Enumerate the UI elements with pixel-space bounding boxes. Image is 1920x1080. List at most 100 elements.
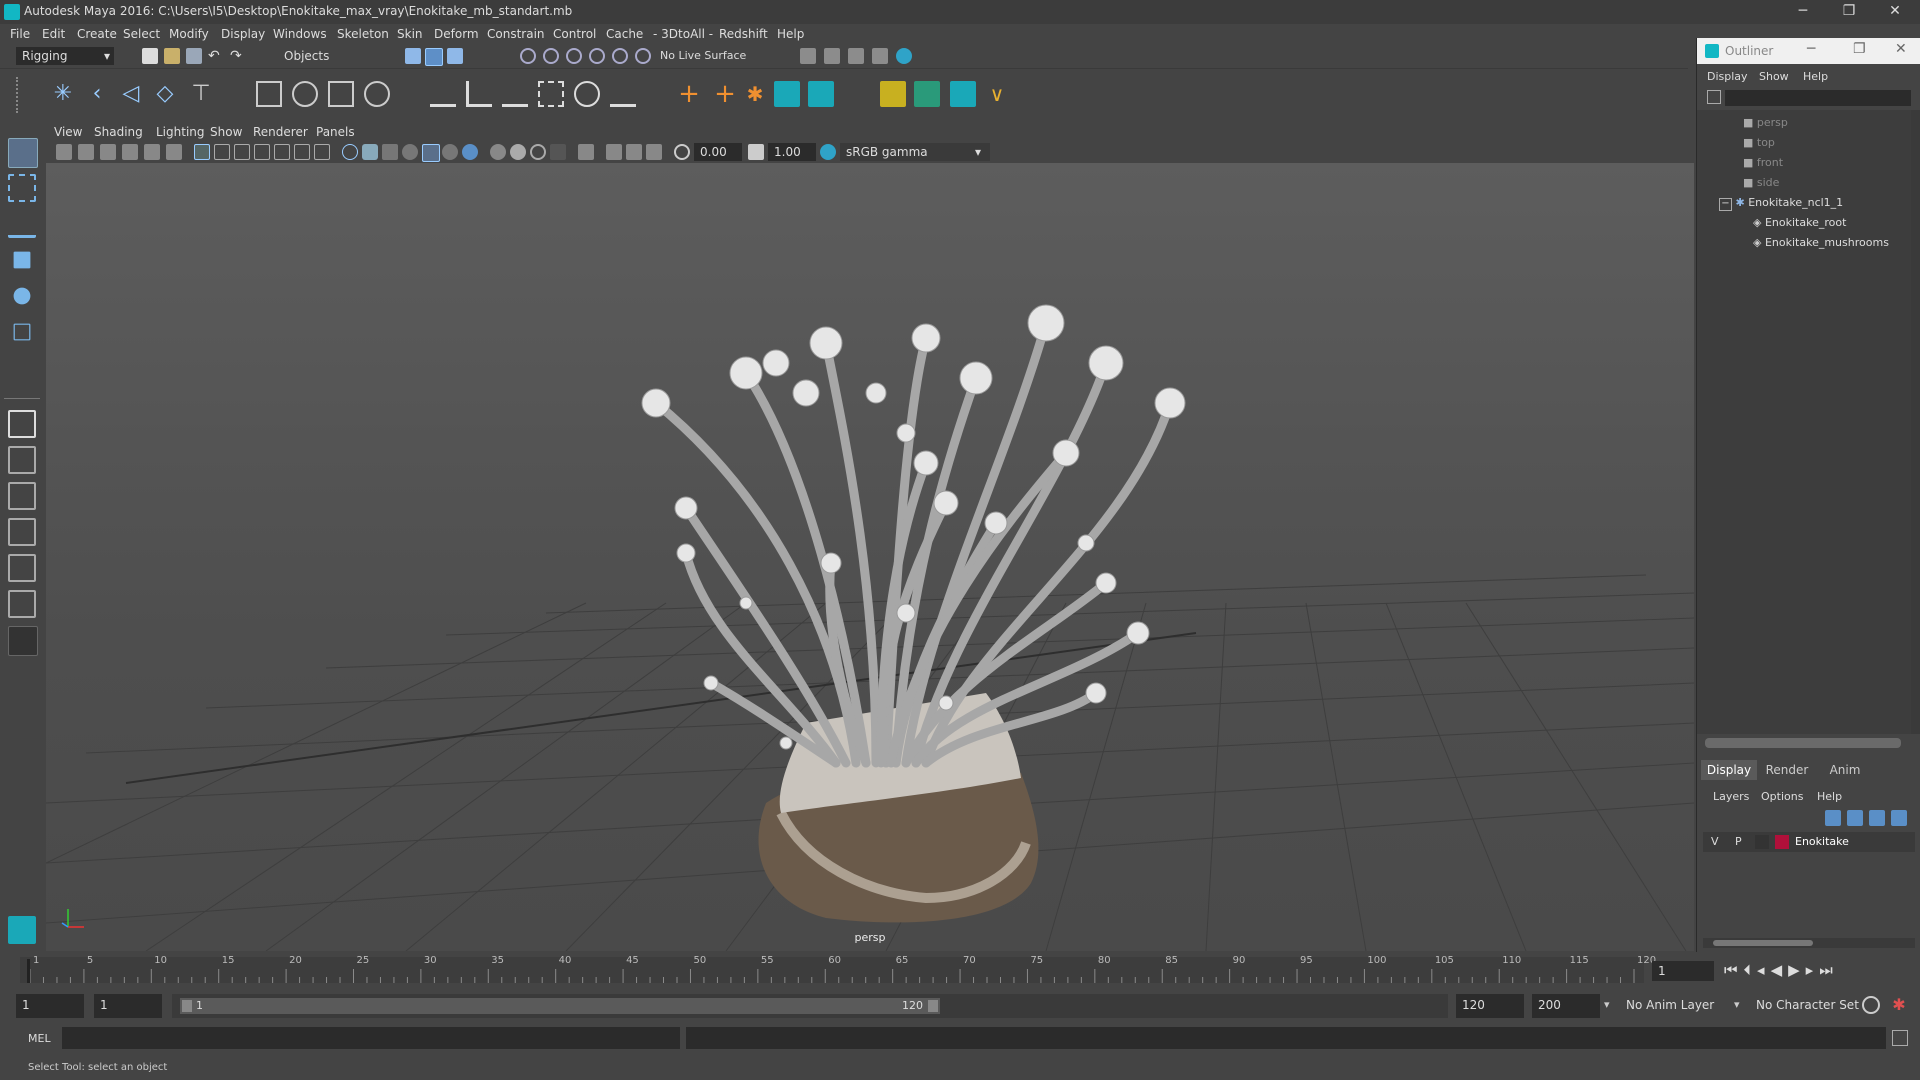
panel-menu-show[interactable]: Show (210, 125, 242, 139)
command-language-label[interactable]: MEL (28, 1032, 51, 1045)
persp-graph-layout-icon[interactable] (8, 518, 36, 546)
render-current-icon[interactable] (824, 48, 840, 64)
outliner-item-side[interactable]: ■ side (1743, 176, 1779, 196)
outliner-filter-icon[interactable] (1707, 90, 1721, 104)
chevron-down-icon[interactable]: ▾ (972, 143, 990, 161)
outliner-vertical-scrollbar[interactable] (1911, 110, 1920, 734)
xray-icon[interactable] (402, 144, 418, 160)
select-tool-icon[interactable] (8, 138, 38, 168)
outliner-item-front[interactable]: ■ front (1743, 156, 1783, 176)
save-scene-icon[interactable] (186, 48, 202, 64)
menu-redshift[interactable]: Redshift (719, 27, 768, 41)
snap-curve-icon[interactable] (543, 48, 559, 64)
layer-move-up-icon[interactable] (1825, 810, 1841, 826)
xray-joints-icon[interactable] (606, 144, 622, 160)
maya-tool-icon-1[interactable] (774, 81, 800, 107)
new-layer-selected-icon[interactable] (1891, 810, 1907, 826)
tab-render[interactable]: Render (1759, 760, 1815, 780)
outliner-item-enokitake-mushrooms[interactable]: ◈ Enokitake_mushrooms (1753, 236, 1889, 256)
range-slider-handle[interactable]: 1 120 (180, 998, 940, 1014)
layer-color-swatch[interactable] (1775, 835, 1789, 849)
snap-live-icon[interactable] (612, 48, 628, 64)
key-tangent-icon[interactable]: ✱ (742, 81, 768, 107)
locator-icon[interactable]: + (676, 81, 702, 107)
snap-surface-icon[interactable] (635, 48, 651, 64)
command-input[interactable] (62, 1027, 680, 1049)
minimize-button[interactable]: ─ (1780, 0, 1826, 24)
menu-skeleton[interactable]: Skeleton (337, 27, 389, 41)
outliner-item-enokitake-group[interactable]: − ✱ Enokitake_ncl1_1 (1719, 196, 1843, 216)
maya-tool-icon-2[interactable] (808, 81, 834, 107)
field-chart-icon[interactable] (274, 144, 290, 160)
menu-control[interactable]: Control (553, 27, 596, 41)
lattice-icon[interactable] (328, 81, 354, 107)
layer-name[interactable]: Enokitake (1795, 835, 1849, 848)
range-end-grip[interactable] (928, 1000, 938, 1012)
outliner-minimize-button[interactable]: ─ (1807, 41, 1815, 57)
cluster-icon[interactable] (364, 81, 390, 107)
go-to-end-button[interactable]: ⏭ (1819, 961, 1839, 979)
sculpt-icon[interactable] (914, 81, 940, 107)
layer-display-type[interactable] (1755, 835, 1769, 849)
menu-edit[interactable]: Edit (42, 27, 65, 41)
menu-constrain[interactable]: Constrain (487, 27, 545, 41)
range-slider[interactable]: 1 120 (172, 994, 948, 1018)
menu-windows[interactable]: Windows (273, 27, 327, 41)
safe-title-icon[interactable] (314, 144, 330, 160)
scale-tool-icon[interactable] (13, 323, 31, 341)
scale-constraint-icon[interactable] (538, 81, 564, 107)
live-surface-label[interactable]: No Live Surface (660, 49, 746, 62)
tab-anim[interactable]: Anim (1817, 760, 1873, 780)
four-view-layout-icon[interactable] (8, 446, 36, 474)
redo-icon[interactable]: ↷ (230, 48, 246, 64)
menu-create[interactable]: Create (77, 27, 117, 41)
grease-pencil-icon[interactable] (166, 144, 182, 160)
motion-blur-icon[interactable] (510, 144, 526, 160)
perspective-viewport[interactable]: persp (46, 163, 1694, 951)
menu-skin[interactable]: Skin (397, 27, 423, 41)
select-component-icon[interactable] (447, 48, 463, 64)
color-management-icon[interactable] (820, 144, 836, 160)
menuset-dropdown[interactable]: Rigging ▾ (16, 47, 114, 65)
persp-outliner-layout-icon[interactable] (8, 482, 36, 510)
menu-deform[interactable]: Deform (434, 27, 479, 41)
ik-handle-icon[interactable]: ‹ (84, 81, 110, 107)
new-layer-icon[interactable] (1869, 810, 1885, 826)
isolate-select-icon[interactable] (578, 144, 594, 160)
range-start-grip[interactable] (182, 1000, 192, 1012)
film-gate-icon[interactable] (214, 144, 230, 160)
maya-tool-icon-3[interactable] (950, 81, 976, 107)
insert-joint-icon[interactable]: ◇ (152, 81, 178, 107)
layer-horizontal-scrollbar[interactable] (1703, 938, 1915, 948)
menu-3dtoall[interactable]: - 3DtoAll - (653, 27, 713, 41)
outliner-menu-show[interactable]: Show (1759, 70, 1789, 83)
lights-icon[interactable] (442, 144, 458, 160)
snap-point-icon[interactable] (566, 48, 582, 64)
menu-cache[interactable]: Cache (606, 27, 643, 41)
2d-pan-zoom-icon[interactable] (144, 144, 160, 160)
xray-active-icon[interactable] (626, 144, 642, 160)
panel-menu-shading[interactable]: Shading (94, 125, 143, 139)
chevron-down-icon[interactable]: ▾ (1734, 998, 1740, 1011)
new-scene-icon[interactable] (142, 48, 158, 64)
outliner-horizontal-scrollbar[interactable] (1705, 738, 1901, 748)
layer-row[interactable]: V P Enokitake (1703, 832, 1915, 852)
ik-spline-icon[interactable]: ◁ (118, 81, 144, 107)
move-tool-icon[interactable] (13, 251, 31, 269)
scrollbar-thumb[interactable] (1713, 940, 1813, 946)
play-backwards-button[interactable]: ◀ (1771, 961, 1789, 979)
layout-menu-icon[interactable] (8, 626, 38, 656)
outliner-search-input[interactable] (1725, 90, 1911, 106)
outliner-menu-help[interactable]: Help (1803, 70, 1828, 83)
animation-prefs-icon[interactable]: ✱ (1890, 996, 1908, 1014)
exposure-icon[interactable] (674, 144, 690, 160)
outliner-close-button[interactable]: ✕ (1895, 41, 1907, 57)
panel-menu-panels[interactable]: Panels (316, 125, 355, 139)
parent-constraint-icon[interactable] (430, 81, 456, 107)
snap-view-plane-icon[interactable] (589, 48, 605, 64)
bind-skin-icon[interactable] (256, 81, 282, 107)
undo-icon[interactable]: ↶ (208, 48, 224, 64)
current-frame-field[interactable]: 1 (1652, 961, 1714, 981)
layers-menu-options[interactable]: Options (1761, 790, 1803, 803)
render-view-icon[interactable] (800, 48, 816, 64)
